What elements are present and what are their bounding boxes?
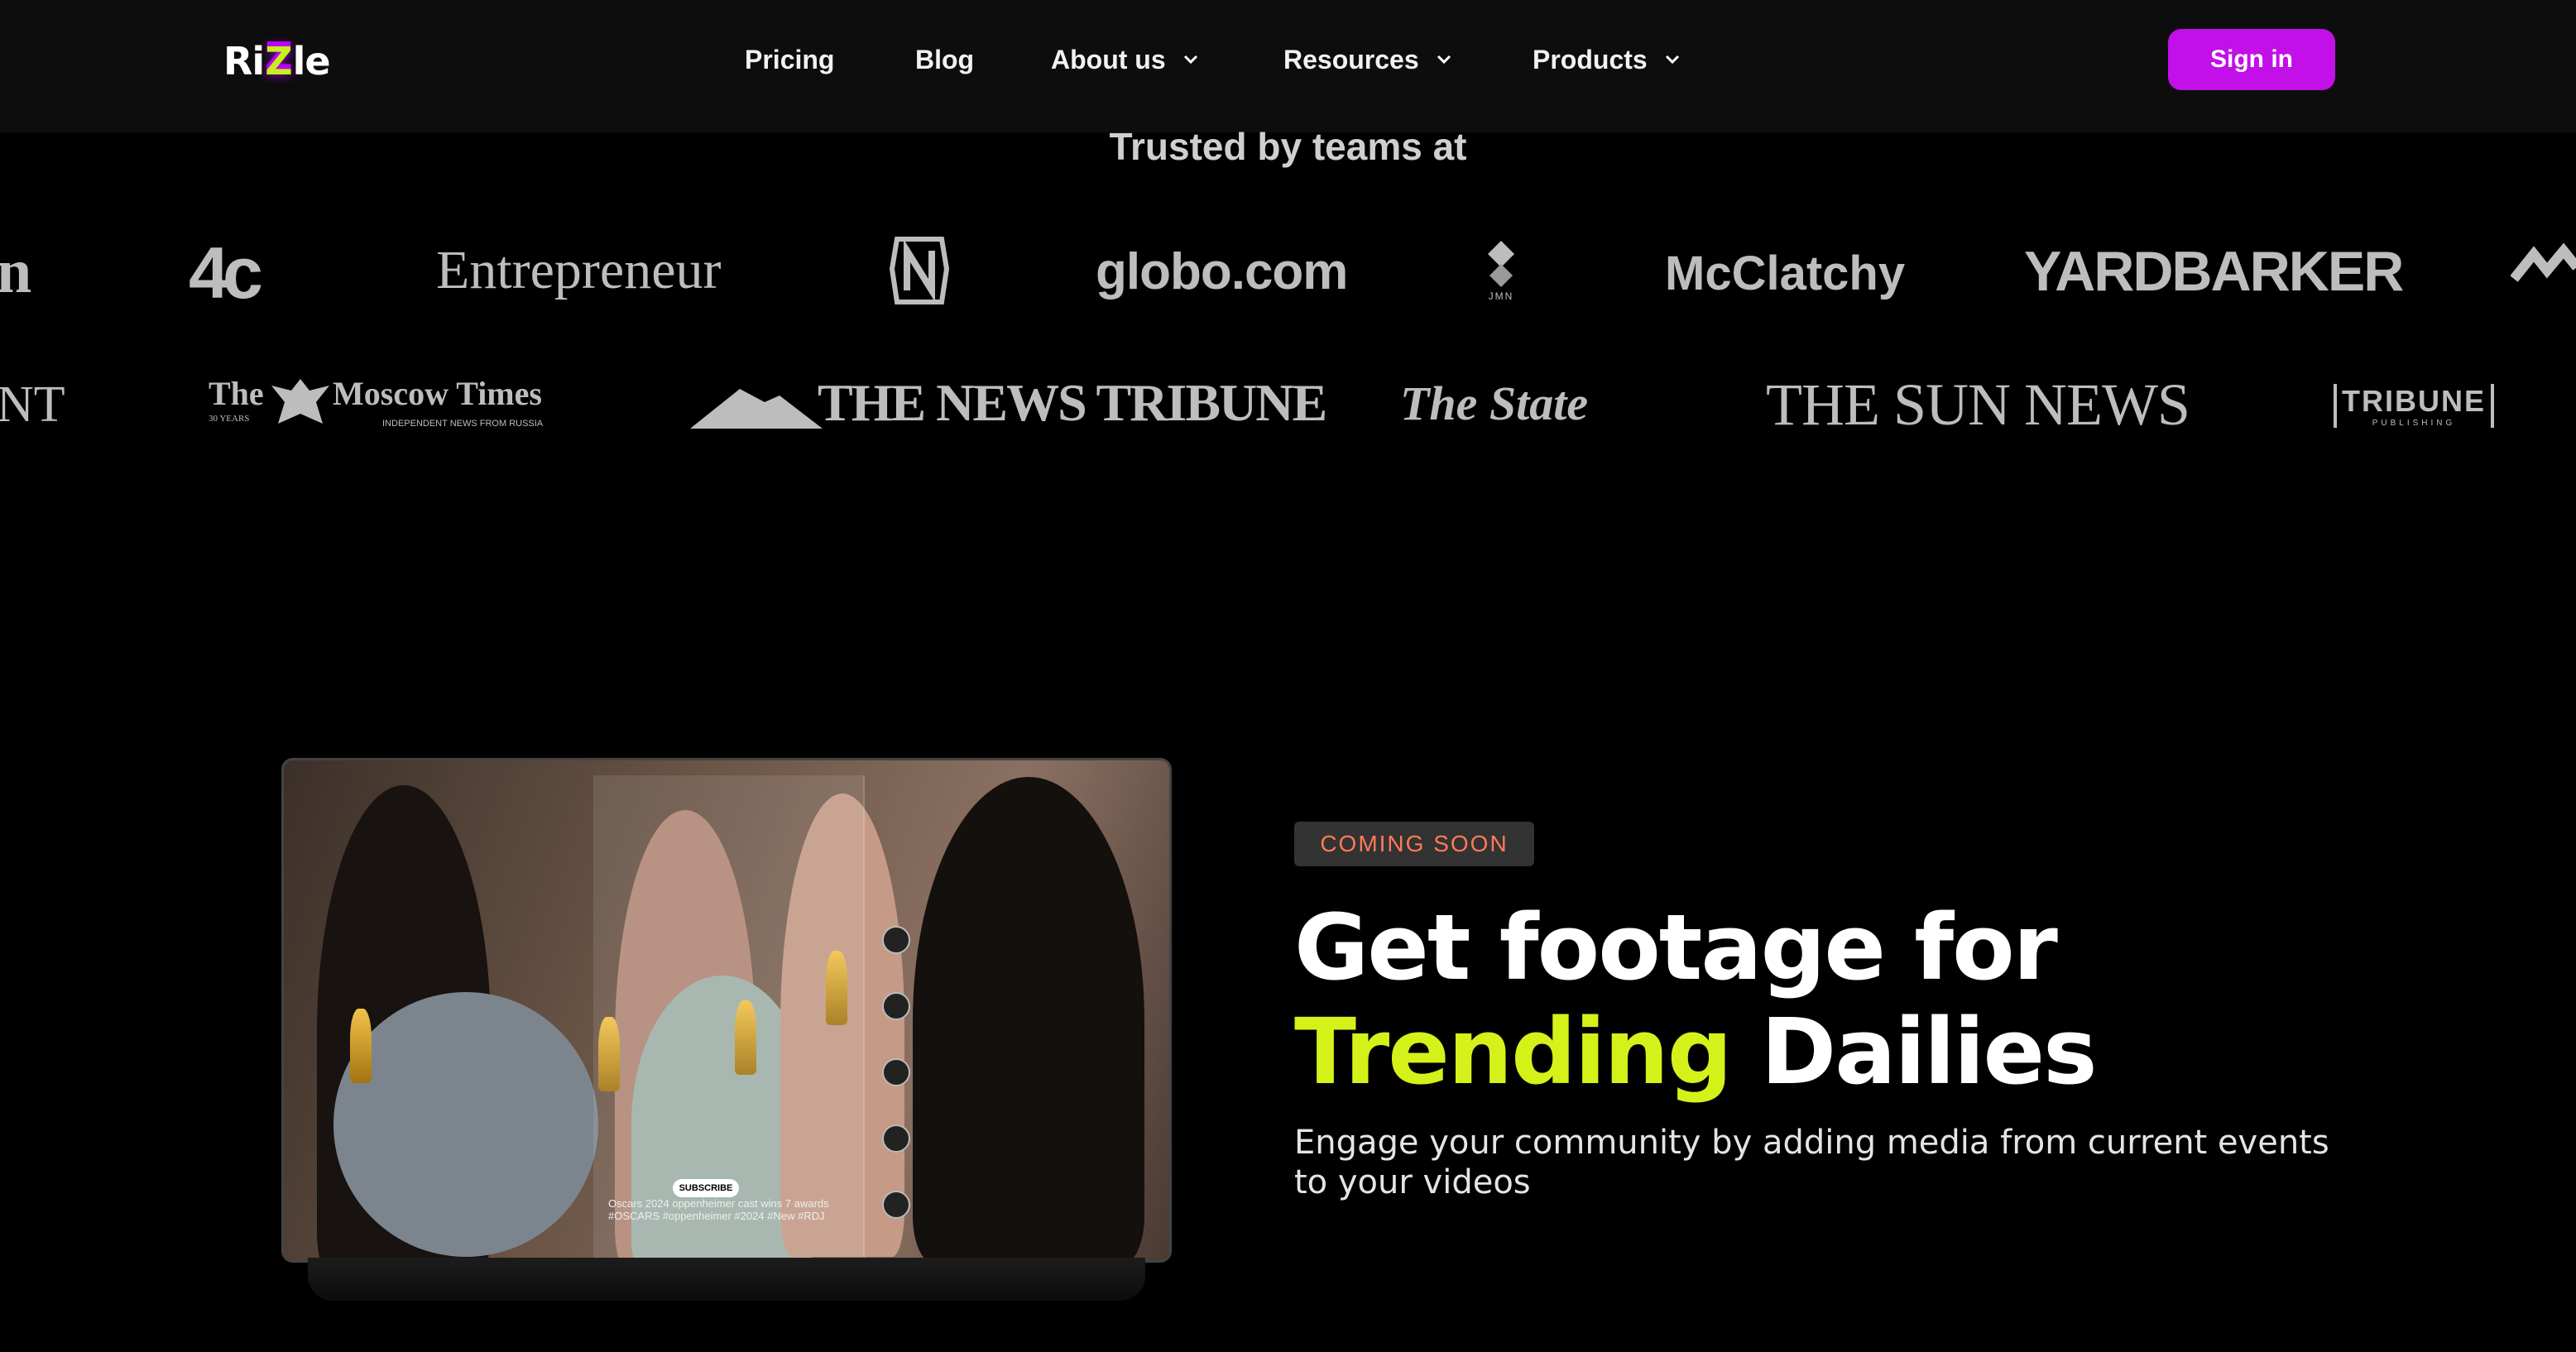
sign-in-button[interactable]: Sign in [2168,29,2335,90]
brand-logo-sun-news: THE SUN NEWS [1766,372,2190,438]
brand-logo-n [889,236,950,305]
brand-logo-4c: 4c [189,232,263,314]
jmn-diamond-icon [1488,241,1514,287]
like-icon[interactable] [882,926,910,954]
laptop-base [308,1258,1145,1301]
news-tribune-mountain-icon [690,382,823,429]
n-shield-icon [889,237,950,304]
brand-logo-moscow-times: Moscow Times [333,375,542,412]
person-right-image [913,777,1144,1260]
more-icon[interactable] [882,1191,910,1219]
hero-headline: Get footage for Trending Dailies [1294,895,2494,1104]
nav-blog[interactable]: Blog [915,40,974,79]
brand-logo-mcclatchy: McClatchy [1665,247,1906,300]
nav-products-label: Products [1533,44,1648,74]
nav-blog-label: Blog [915,44,975,74]
brand-logo-partial-arrow [2511,242,2576,300]
publishing-label: PUBLISHING [2372,419,2456,428]
laptop-video-preview[interactable]: SUBSCRIBE Oscars 2024 oppenheimer cast w… [281,758,1172,1263]
customer-logos-row-1: n 4c Entrepreneur globo.com JMN McClatch… [0,228,2576,319]
chevron-down-icon [1183,55,1197,65]
nav-about-label: About us [1051,44,1166,74]
hero-subtext: Engage your community by adding media fr… [1294,1124,2329,1201]
nav-resources-label: Resources [1283,44,1419,74]
moscow-eagle-icon [268,374,333,434]
moscow-times-years: 30 YEARS [209,414,250,424]
nav-pricing[interactable]: Pricing [745,40,834,79]
brand-logo-globo: globo.com [1096,243,1348,300]
comment-icon[interactable] [882,1058,910,1086]
nav-about-us[interactable]: About us [1051,40,1201,79]
top-nav: Ri Zle Pricing Blog About us Resources Pr… [0,0,2576,132]
coming-soon-badge: COMING SOON [1294,822,1534,866]
trusted-heading: Trusted by teams at [1109,125,1467,168]
headline-accent: Trending [1294,999,1733,1105]
tribune-label: TRIBUNE [2342,384,2486,418]
nav-pricing-label: Pricing [745,44,835,74]
chevron-down-icon [1665,55,1679,65]
video-caption: Oscars 2024 oppenheimer cast wins 7 awar… [608,1197,829,1222]
brand-logo-news-tribune: THE NEWS TRIBUNE [818,373,1327,432]
brand-logo-partial: n [0,237,32,306]
video-action-icons [871,926,921,1257]
share-icon[interactable] [882,1124,910,1153]
headline-rest: Dailies [1760,999,2098,1105]
brand-logo-tribune-publishing: TRIBUNE PUBLISHING [2334,384,2494,428]
brand-logo-jmn: JMN [1480,239,1523,302]
brand-logo-yardbarker: YARDBARKER [2024,240,2404,303]
subscribe-button[interactable]: SUBSCRIBE [673,1179,739,1197]
arrow-logo-icon [2511,242,2576,282]
nav-resources[interactable]: Resources [1283,40,1454,79]
moscow-times-tagline: INDEPENDENT NEWS FROM RUSSIA [382,419,544,429]
jmn-label: JMN [1488,290,1514,302]
chevron-down-icon [1437,55,1451,65]
brand-logo-moscow-the: The [209,375,264,412]
dislike-icon[interactable] [882,992,910,1020]
oscar-trophy-icon [350,1009,372,1083]
feather-dress-image [333,992,598,1257]
headline-line-1: Get footage for [1294,894,2058,1000]
brand-logo-the-state: The State [1400,376,1589,430]
nav-products[interactable]: Products [1533,40,1682,79]
brand-logo-entrepreneur: Entrepreneur [436,240,722,300]
brand-logo-partial-nt: NT [0,376,65,433]
customer-logos-row-2: NT The 30 YEARS Moscow Times INDEPENDENT… [0,364,2576,455]
